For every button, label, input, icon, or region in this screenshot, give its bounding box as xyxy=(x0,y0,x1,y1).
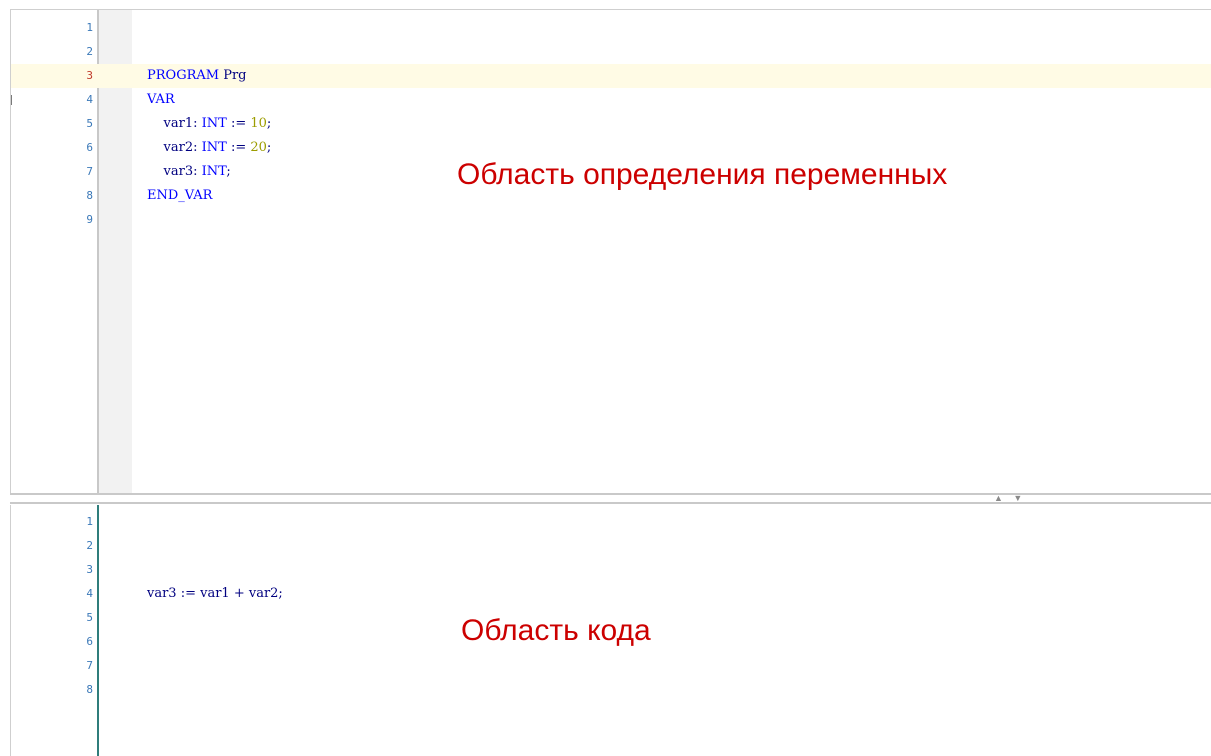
operator-token: := xyxy=(226,140,251,155)
keyword-token: INT xyxy=(201,116,227,131)
identifier-token: Prg xyxy=(219,68,247,83)
declaration-lines: 1 2 3 PROGRAM Prg − 4 VAR 5 var1: INT :=… xyxy=(11,16,1211,232)
declaration-annotation: Область определения переменных xyxy=(457,158,948,191)
keyword-token: INT xyxy=(201,140,227,155)
line-number: 5 xyxy=(86,117,93,130)
code-text[interactable]: var3: INT; xyxy=(147,160,231,184)
code-line-current[interactable]: 3 PROGRAM Prg xyxy=(11,64,1211,88)
code-text[interactable]: PROGRAM Prg xyxy=(147,64,247,88)
line-number: 5 xyxy=(86,611,93,624)
keyword-token: INT xyxy=(201,164,227,179)
code-text[interactable]: VAR xyxy=(147,88,175,112)
line-number: 8 xyxy=(86,189,93,202)
line-number: 6 xyxy=(86,141,93,154)
line-number: 3 xyxy=(86,563,93,576)
identifier-token: var2: xyxy=(147,140,202,155)
line-number: 2 xyxy=(86,539,93,552)
keyword-token: END_VAR xyxy=(147,188,213,203)
number-token: 20 xyxy=(250,140,267,155)
code-text[interactable]: var3 := var1 + var2; xyxy=(147,582,283,606)
line-number: 4 xyxy=(86,93,93,106)
splitter-arrows-icon[interactable]: ▲ ▼ xyxy=(994,494,1026,503)
code-lines: 1 2 3 4 var3 := var1 + var2; 5 6 7 8 xyxy=(11,510,1211,702)
code-line[interactable]: 3 xyxy=(11,558,1211,582)
code-pane[interactable]: 1 2 3 4 var3 := var1 + var2; 5 6 7 8 Обл… xyxy=(10,505,1211,756)
code-text[interactable]: END_VAR xyxy=(147,184,212,208)
line-number: 1 xyxy=(86,515,93,528)
code-line[interactable]: 4 var3 := var1 + var2; xyxy=(11,582,1211,606)
semicolon-token: ; xyxy=(266,140,272,155)
line-number: 8 xyxy=(86,683,93,696)
number-token: 10 xyxy=(250,116,267,131)
code-line[interactable]: 8 xyxy=(11,678,1211,702)
code-line[interactable]: 1 xyxy=(11,16,1211,40)
code-text[interactable]: var2: INT := 20; xyxy=(147,136,272,160)
line-number: 6 xyxy=(86,635,93,648)
line-number: 2 xyxy=(86,45,93,58)
code-line[interactable]: 7 xyxy=(11,654,1211,678)
keyword-token: VAR xyxy=(147,92,175,107)
code-line[interactable]: 5 var1: INT := 10; xyxy=(11,112,1211,136)
keyword-token: PROGRAM xyxy=(147,68,220,83)
line-number: 4 xyxy=(86,587,93,600)
code-line[interactable]: 2 xyxy=(11,534,1211,558)
operator-token: := xyxy=(226,116,251,131)
line-number: 9 xyxy=(86,213,93,226)
code-line[interactable]: − 4 VAR xyxy=(11,88,1211,112)
line-number-current: 3 xyxy=(86,69,93,82)
identifier-token: var3: xyxy=(147,164,202,179)
identifier-token: var1: xyxy=(147,116,202,131)
line-number: 7 xyxy=(86,659,93,672)
pane-splitter[interactable]: ▲ ▼ xyxy=(10,493,1211,505)
declaration-pane[interactable]: 1 2 3 PROGRAM Prg − 4 VAR 5 var1: INT :=… xyxy=(10,9,1211,494)
code-line[interactable]: 6 var2: INT := 20; xyxy=(11,136,1211,160)
code-line[interactable]: 2 xyxy=(11,40,1211,64)
code-line[interactable]: 1 xyxy=(11,510,1211,534)
code-text[interactable]: var1: INT := 10; xyxy=(147,112,272,136)
line-number: 1 xyxy=(86,21,93,34)
st-editor: 1 2 3 PROGRAM Prg − 4 VAR 5 var1: INT :=… xyxy=(0,0,1211,756)
semicolon-token: ; xyxy=(266,116,272,131)
semicolon-token: ; xyxy=(226,164,231,179)
line-number: 7 xyxy=(86,165,93,178)
code-line[interactable]: 9 xyxy=(11,208,1211,232)
code-annotation: Область кода xyxy=(461,614,651,647)
